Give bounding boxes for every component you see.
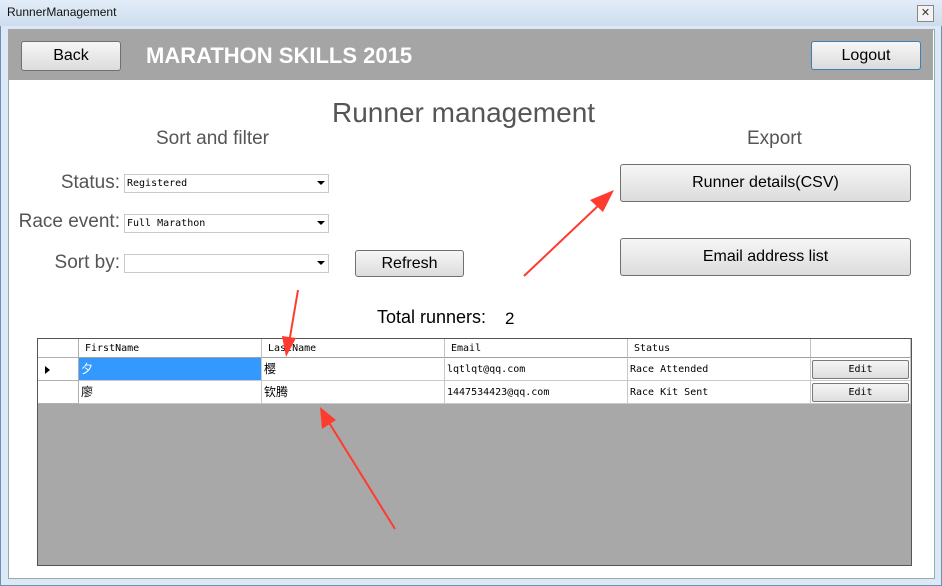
window-title: RunnerManagement	[7, 5, 117, 19]
race-event-dropdown-value: Full Marathon	[127, 218, 206, 229]
cell-firstname[interactable]: 廖	[79, 381, 262, 404]
cell-email[interactable]: lqtlqt@qq.com	[445, 358, 628, 381]
column-header-firstname[interactable]: FirstName	[79, 339, 262, 358]
chevron-down-icon	[317, 261, 325, 265]
column-header-status[interactable]: Status	[628, 339, 811, 358]
close-button[interactable]: ✕	[917, 5, 934, 22]
status-dropdown[interactable]: Registered	[124, 174, 329, 193]
runner-details-csv-button[interactable]: Runner details(CSV)	[620, 164, 911, 202]
sort-by-dropdown[interactable]	[124, 254, 329, 273]
email-address-list-button[interactable]: Email address list	[620, 238, 911, 276]
title-bar: RunnerManagement ✕	[0, 0, 942, 26]
app-title: MARATHON SKILLS 2015	[146, 43, 413, 68]
cell-status[interactable]: Race Attended	[628, 358, 811, 381]
total-runners-label: Total runners:	[377, 307, 487, 327]
cell-lastname[interactable]: 樱	[262, 358, 445, 381]
race-event-dropdown[interactable]: Full Marathon	[124, 214, 329, 233]
cell-status[interactable]: Race Kit Sent	[628, 381, 811, 404]
column-header-email[interactable]: Email	[445, 339, 628, 358]
cell-lastname[interactable]: 钦腾	[262, 381, 445, 404]
logout-button[interactable]: Logout	[811, 41, 921, 70]
edit-button[interactable]: Edit	[812, 360, 909, 379]
column-header-lastname[interactable]: LastName	[262, 339, 445, 358]
edit-button[interactable]: Edit	[812, 383, 909, 402]
current-row-pointer-icon	[45, 366, 50, 374]
status-label: Status:	[60, 172, 120, 193]
runners-grid[interactable]: FirstName LastName Email Status 夕 樱 lqtl…	[37, 338, 912, 566]
cell-firstname[interactable]: 夕	[79, 358, 262, 381]
chevron-down-icon	[317, 221, 325, 225]
race-event-label: Race event:	[18, 211, 120, 232]
sort-by-label: Sort by:	[54, 252, 120, 273]
total-runners-value: 2	[505, 309, 515, 328]
status-dropdown-value: Registered	[127, 178, 188, 189]
back-button[interactable]: Back	[21, 41, 121, 71]
refresh-button[interactable]: Refresh	[355, 250, 464, 277]
column-header-action	[811, 339, 911, 358]
row-header[interactable]	[38, 381, 79, 404]
export-heading: Export	[747, 128, 802, 149]
row-header[interactable]	[38, 358, 79, 381]
cell-email[interactable]: 1447534423@qq.com	[445, 381, 628, 404]
chevron-down-icon	[317, 181, 325, 185]
sort-filter-heading: Sort and filter	[156, 128, 269, 149]
page-title: Runner management	[332, 97, 596, 128]
grid-corner-header	[38, 339, 79, 358]
